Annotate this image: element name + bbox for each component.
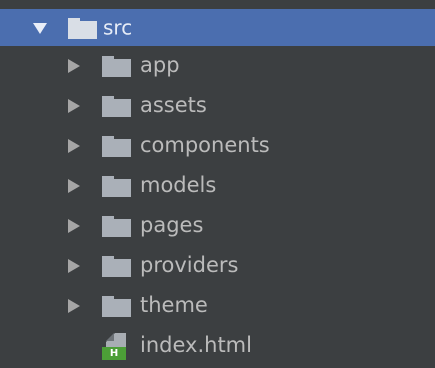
tree-node-label: components <box>140 133 270 158</box>
folder-icon <box>102 296 131 317</box>
collapse-arrow-icon[interactable] <box>68 259 80 273</box>
tree-node-label: app <box>140 53 180 78</box>
collapse-arrow-icon[interactable] <box>68 59 80 73</box>
tree-node-src[interactable]: src <box>0 9 435 46</box>
tree-node-app[interactable]: app <box>0 46 435 86</box>
tree-node-models[interactable]: models <box>0 166 435 206</box>
tree-node-label: assets <box>140 93 207 118</box>
tree-node-label: models <box>140 173 217 198</box>
folder-icon <box>102 96 131 117</box>
collapse-arrow-icon[interactable] <box>68 139 80 153</box>
collapse-arrow-icon[interactable] <box>68 99 80 113</box>
html-file-icon: H <box>102 333 128 360</box>
tree-node-label: providers <box>140 253 239 278</box>
folder-icon <box>102 256 131 277</box>
collapse-arrow-icon[interactable] <box>68 219 80 233</box>
tree-node-index-html[interactable]: H index.html <box>0 326 435 366</box>
collapse-arrow-icon[interactable] <box>68 299 80 313</box>
folder-icon <box>102 136 131 157</box>
expand-arrow-icon[interactable] <box>33 22 47 34</box>
tree-node-label: pages <box>140 213 204 238</box>
tree-node-label: theme <box>140 293 208 318</box>
folder-icon <box>68 17 97 39</box>
tree-node-providers[interactable]: providers <box>0 246 435 286</box>
tree-node-label: index.html <box>140 333 252 358</box>
tree-node-label: src <box>103 15 133 40</box>
collapse-arrow-icon[interactable] <box>68 179 80 193</box>
tree-node-assets[interactable]: assets <box>0 86 435 126</box>
html-badge: H <box>102 347 126 360</box>
folder-icon <box>102 216 131 237</box>
folder-icon <box>102 56 131 77</box>
tree-node-theme[interactable]: theme <box>0 286 435 326</box>
project-tree: src app assets components models pages p… <box>0 0 435 368</box>
tree-node-components[interactable]: components <box>0 126 435 166</box>
file-fold-icon <box>106 333 114 341</box>
tree-node-pages[interactable]: pages <box>0 206 435 246</box>
folder-icon <box>102 176 131 197</box>
